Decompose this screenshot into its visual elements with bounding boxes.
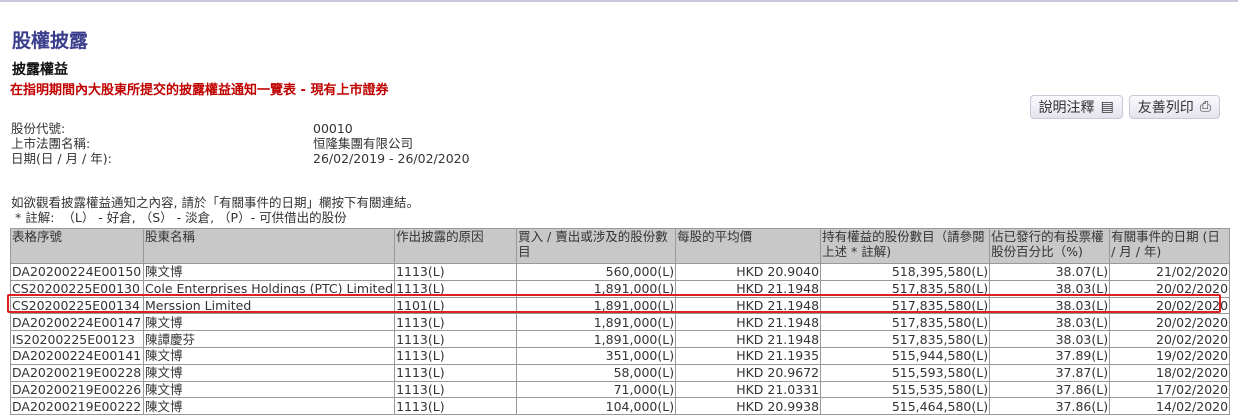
table-cell: 陳文博 [142, 346, 396, 365]
explain-label: 說明注釋 [1038, 100, 1095, 116]
table-cell: DA20200219E00226 [10, 380, 144, 399]
table-cell: 515,535,580(L) [820, 380, 991, 399]
column-header: 作出披露的原因 [394, 228, 518, 264]
table-cell: 1113(L) [394, 313, 518, 332]
table-cell: DA20200219E00222 [10, 397, 144, 415]
event-date-link[interactable]: 17/02/2020 [1109, 380, 1231, 399]
table-cell: 515,593,580(L) [820, 363, 991, 382]
table-cell: 陳譚慶芬 [142, 330, 396, 348]
notes-icon: ▤ [1100, 99, 1114, 115]
table-cell: 陳文博 [142, 397, 396, 415]
table-cell: HKD 21.1948 [675, 313, 822, 332]
event-date-link[interactable]: 21/02/2020 [1109, 263, 1231, 281]
table-cell: 515,944,580(L) [820, 346, 991, 365]
table-cell: HKD 21.1935 [675, 346, 822, 365]
table-cell: 517,835,580(L) [820, 330, 991, 348]
table-row: DA20200224E00147 陳文博 1113(L) 1,891,000(L) HK… [10, 313, 1231, 332]
column-header: 有關事件的日期 (日 / 月 / 年) [1109, 228, 1231, 264]
instruction-text: 如欲觀看披露權益通知之內容, 請於「有關事件的日期」欄按下有關連結。 [11, 195, 419, 210]
event-date-link[interactable]: 18/02/2020 [1109, 363, 1231, 382]
column-header: 表格序號 [10, 228, 144, 264]
event-date-link[interactable]: 20/02/2020 [1109, 330, 1231, 348]
print-button[interactable]: 友善列印 ⎙ [1128, 95, 1220, 119]
info-label: 日期(日 / 月 / 年): [11, 151, 112, 166]
table-cell: 1113(L) [394, 346, 518, 365]
event-date-link[interactable]: 20/02/2020 [1109, 313, 1231, 332]
table-cell: 37.86(L) [989, 380, 1111, 399]
printer-icon: ⎙ [1199, 99, 1211, 115]
table-cell: 38.03(L) [989, 330, 1111, 348]
highlight-box [7, 294, 1221, 313]
page-title: 股權披露 [12, 30, 89, 52]
table-cell: 1113(L) [394, 397, 518, 415]
table-cell: 1113(L) [394, 263, 518, 281]
column-header: 股東名稱 [142, 228, 396, 264]
table-cell: 560,000(L) [516, 263, 677, 281]
table-cell: 518,395,580(L) [820, 263, 991, 281]
table-cell: 38.07(L) [989, 263, 1111, 281]
stock-info: 股份代號: 00010 上市法團名稱: 恒隆集團有限公司 日期(日 / 月 / 年)… [11, 121, 470, 166]
table-row: DA20200219E00226 陳文博 1113(L) 71,000(L) HKD 2… [10, 380, 1231, 399]
table-cell: 58,000(L) [516, 363, 677, 382]
table-cell: 陳文博 [142, 313, 396, 332]
table-cell: DA20200224E00147 [10, 313, 144, 332]
disclosure-table: 表格序號 股東名稱 作出披露的原因 買入 / 賣出或涉及的股份數目 每股的平均價 持有權益… [10, 228, 1231, 415]
table-row: DA20200219E00228 陳文博 1113(L) 58,000(L) HKD 2… [10, 363, 1231, 382]
table-cell: HKD 20.9938 [675, 397, 822, 415]
column-header: 買入 / 賣出或涉及的股份數目 [516, 228, 677, 264]
table-cell: 37.87(L) [989, 363, 1111, 382]
table-cell: IS20200225E00123 [10, 330, 144, 348]
table-row: IS20200225E00123 陳譚慶芬 1113(L) 1,891,000(L) H… [10, 330, 1231, 348]
table-cell: HKD 20.9040 [675, 263, 822, 281]
column-header: 佔已發行的有投票權股份百分比（%) [989, 228, 1111, 264]
legend-text: * 註解: （L） - 好倉, （S） - 淡倉, （P）- 可供借出的股份 [11, 210, 347, 225]
table-cell: 1,891,000(L) [516, 313, 677, 332]
info-label: 股份代號: [11, 121, 66, 136]
table-cell: HKD 20.9672 [675, 363, 822, 382]
print-label: 友善列印 [1137, 100, 1194, 116]
info-value: 恒隆集團有限公司 [313, 136, 414, 151]
table-cell: 1113(L) [394, 363, 518, 382]
table-cell: 1,891,000(L) [516, 330, 677, 348]
table-cell: 104,000(L) [516, 397, 677, 415]
section-title: 披露權益 [12, 62, 68, 78]
table-row: DA20200224E00150 陳文博 1113(L) 560,000(L) HKD … [10, 263, 1231, 281]
table-cell: 351,000(L) [516, 346, 677, 365]
event-date-link[interactable]: 14/02/2020 [1109, 397, 1231, 415]
table-cell: 1113(L) [394, 380, 518, 399]
table-row: DA20200224E00141 陳文博 1113(L) 351,000(L) HKD … [10, 346, 1231, 365]
list-title: 在指明期間內大股東所提交的披露權益通知一覽表 - 現有上市證券 [10, 83, 389, 98]
info-value: 26/02/2019 - 26/02/2020 [313, 151, 470, 166]
table-cell: DA20200219E00228 [10, 363, 144, 382]
table-cell: DA20200224E00150 [10, 263, 144, 281]
table-cell: 1113(L) [394, 330, 518, 348]
table-cell: 37.86(L) [989, 397, 1111, 415]
table-cell: 陳文博 [142, 263, 396, 281]
info-label: 上市法團名稱: [11, 136, 91, 151]
top-border [0, 0, 1238, 2]
table-cell: 517,835,580(L) [820, 313, 991, 332]
table-cell: 515,464,580(L) [820, 397, 991, 415]
table-cell: 陳文博 [142, 363, 396, 382]
table-cell: 71,000(L) [516, 380, 677, 399]
explain-button[interactable]: 說明注釋 ▤ [1029, 95, 1123, 119]
column-header: 持有權益的股份數目（請參閱上述 * 註解) [820, 228, 991, 264]
table-cell: HKD 21.0331 [675, 380, 822, 399]
table-cell: HKD 21.1948 [675, 330, 822, 348]
info-value: 00010 [313, 121, 353, 136]
table-cell: DA20200224E00141 [10, 346, 144, 365]
column-header: 每股的平均價 [675, 228, 822, 264]
table-row: DA20200219E00222 陳文博 1113(L) 104,000(L) HKD … [10, 397, 1231, 415]
table-cell: 37.89(L) [989, 346, 1111, 365]
table-cell: 38.03(L) [989, 313, 1111, 332]
event-date-link[interactable]: 19/02/2020 [1109, 346, 1231, 365]
table-cell: 陳文博 [142, 380, 396, 399]
